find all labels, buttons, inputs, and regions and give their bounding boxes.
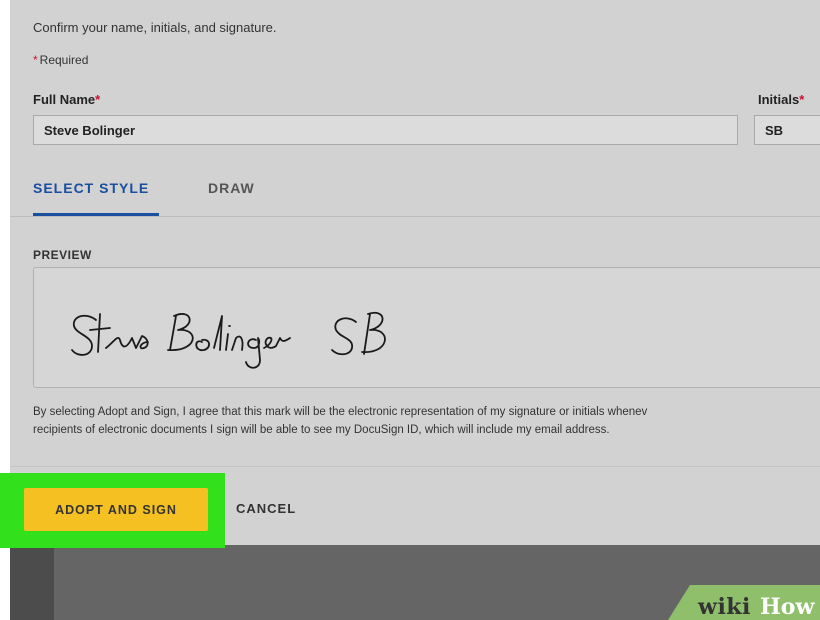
background-left	[0, 545, 8, 620]
full-name-label: Full Name*	[33, 92, 100, 107]
watermark-how: How	[760, 594, 815, 620]
signature-stroke-er	[263, 336, 291, 349]
signature-stroke-b	[167, 313, 194, 351]
signature-stroke-ol	[195, 315, 223, 351]
required-star: *	[33, 53, 38, 67]
background-strip	[10, 545, 54, 620]
initials-stroke-s	[331, 317, 357, 356]
initials-label: Initials*	[758, 92, 804, 107]
adopt-signature-dialog: Confirm your name, initials, and signatu…	[10, 0, 820, 545]
signature-preview-box	[33, 267, 820, 388]
tabs-divider	[10, 216, 820, 217]
tab-draw[interactable]: DRAW	[208, 180, 255, 196]
watermark-wiki: wiki	[698, 594, 751, 620]
required-text: Required	[39, 53, 89, 67]
full-name-required-star: *	[95, 92, 101, 107]
disclaimer-line-1: By selecting Adopt and Sign, I agree tha…	[33, 406, 648, 418]
signature-stroke-eve	[105, 335, 149, 350]
preview-label: PREVIEW	[33, 248, 92, 262]
adopt-and-sign-button[interactable]: ADOPT AND SIGN	[24, 488, 208, 531]
cancel-button[interactable]: CANCEL	[236, 501, 296, 516]
signature-stroke-g	[245, 337, 261, 369]
signature-stroke-s	[71, 314, 97, 356]
full-name-field[interactable]	[33, 115, 738, 145]
instructions-text: Confirm your name, initials, and signatu…	[33, 20, 277, 35]
tab-select-style[interactable]: SELECT STYLE	[33, 180, 149, 196]
required-note: * Required	[33, 53, 88, 67]
initials-label-text: Initials	[758, 92, 800, 107]
legal-disclaimer: By selecting Adopt and Sign, I agree tha…	[33, 403, 820, 439]
footer-divider	[10, 466, 820, 467]
disclaimer-line-2: recipients of electronic documents I sig…	[33, 424, 610, 436]
full-name-label-text: Full Name	[33, 92, 96, 107]
initials-stroke-b	[361, 311, 386, 355]
initials-required-star: *	[799, 92, 805, 107]
signature-preview-image	[71, 311, 386, 369]
signature-stroke-in	[225, 325, 244, 351]
initials-field[interactable]	[754, 115, 820, 145]
